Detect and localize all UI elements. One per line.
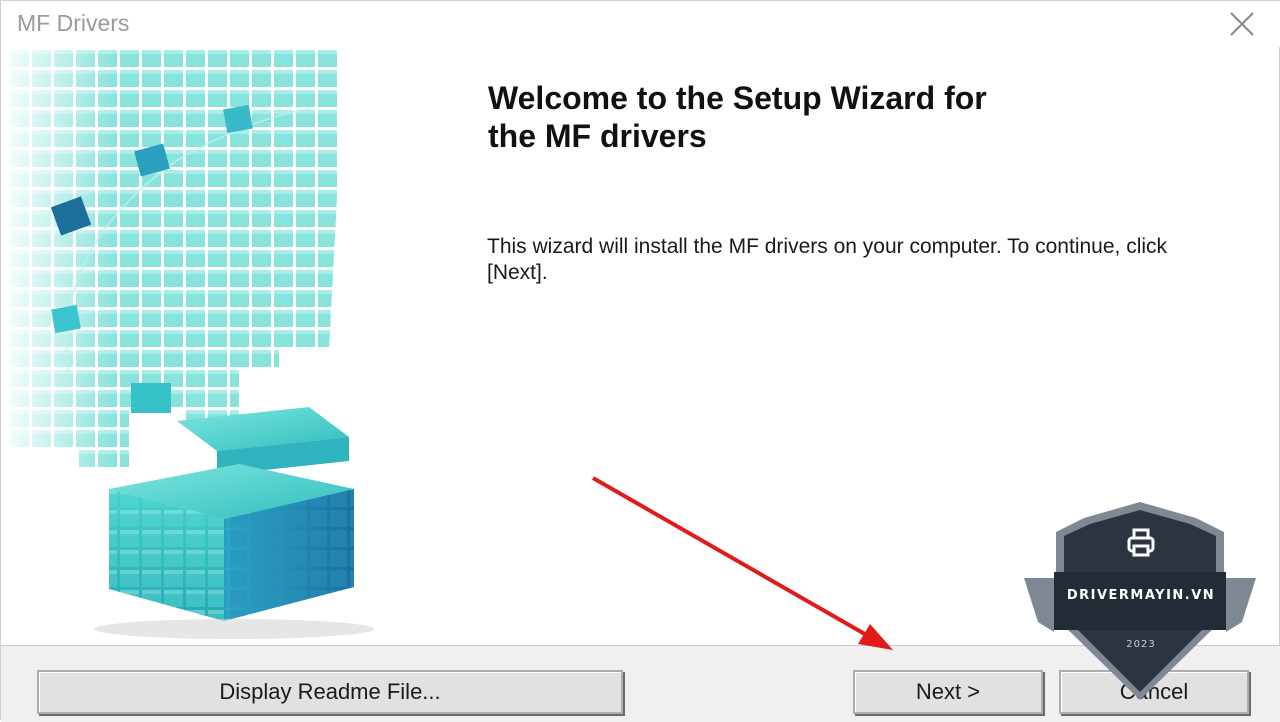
window-title: MF Drivers <box>17 10 130 36</box>
watermark-year: 2023 <box>1126 639 1156 650</box>
wizard-description: This wizard will install the MF drivers … <box>487 235 1168 284</box>
title-bar: MF Drivers <box>1 1 1280 47</box>
close-button[interactable] <box>1225 7 1259 41</box>
wizard-banner-image <box>9 49 439 643</box>
next-button[interactable]: Next > <box>853 670 1043 714</box>
watermark-brand: DRIVERMAYIN.VN <box>1066 588 1216 603</box>
display-readme-button[interactable]: Display Readme File... <box>37 670 623 714</box>
watermark-badge <box>1024 502 1256 700</box>
wizard-heading: Welcome to the Setup Wizard for the MF d… <box>488 80 987 154</box>
cube-artwork <box>9 49 439 643</box>
close-icon <box>1230 12 1254 36</box>
